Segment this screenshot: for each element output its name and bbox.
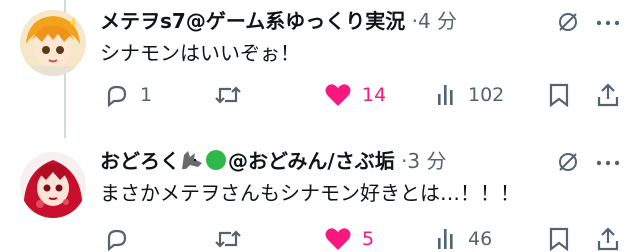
share-button[interactable] [596,82,620,108]
post-header: メテヲs7@ゲーム系ゆっくり実況 ·4 分 [100,8,457,34]
like-button[interactable]: 14 [324,82,386,108]
bookmark-icon [549,227,569,252]
grok-icon[interactable] [556,10,580,34]
retweet-button[interactable] [214,82,242,108]
post-text: まさかメテヲさんもシナモン好きとは…！！！ [100,181,520,205]
more-icon[interactable] [596,160,620,166]
green-circle-emoji [204,149,228,177]
retweet-icon [215,230,241,248]
heart-icon [325,228,351,250]
grok-icon[interactable] [556,150,580,174]
post-1[interactable]: メテヲs7@ゲーム系ゆっくり実況 ·4 分 シナモンはいいぞぉ！ 1 14 10… [0,0,640,138]
views-button[interactable]: 46 [436,226,492,252]
views-icon [438,229,453,249]
reply-button[interactable] [104,226,130,252]
share-icon [597,83,619,107]
view-count: 102 [468,84,505,106]
bookmark-button[interactable] [548,226,570,252]
like-button[interactable]: 5 [324,226,374,252]
views-button[interactable]: 102 [436,82,504,108]
reply-icon [107,229,127,252]
retweet-icon [215,86,241,104]
views-icon [438,85,453,105]
reply-button[interactable]: 1 [104,82,152,108]
timestamp[interactable]: ·4 分 [412,9,457,33]
post-text: シナモンはいいぞぉ！ [100,41,300,65]
like-count: 14 [362,84,387,106]
like-count: 5 [362,228,375,250]
view-count: 46 [468,228,493,250]
wolf-emoji [180,149,204,177]
display-name[interactable]: おどろく @おどみん/さぶ垢 [100,149,395,173]
display-name-prefix: おどろく [100,149,180,173]
avatar[interactable] [20,152,86,218]
post-header: おどろく @おどみん/さぶ垢 ·3 分 [100,148,447,177]
bookmark-icon [549,83,569,108]
share-button[interactable] [596,226,620,252]
heart-icon [325,84,351,106]
share-icon [597,227,619,251]
display-name-suffix: @おどみん/さぶ垢 [228,149,395,173]
retweet-button[interactable] [214,226,242,252]
post-2[interactable]: おどろく @おどみん/さぶ垢 ·3 分 まさかメテヲさんもシナモン好きとは…！！！… [0,140,640,252]
bookmark-button[interactable] [548,82,570,108]
reply-icon [107,85,127,108]
timestamp[interactable]: ·3 分 [401,149,446,173]
reply-count: 1 [140,84,153,106]
display-name[interactable]: メテヲs7@ゲーム系ゆっくり実況 [100,9,405,33]
avatar[interactable] [20,10,86,76]
more-icon[interactable] [596,20,620,26]
